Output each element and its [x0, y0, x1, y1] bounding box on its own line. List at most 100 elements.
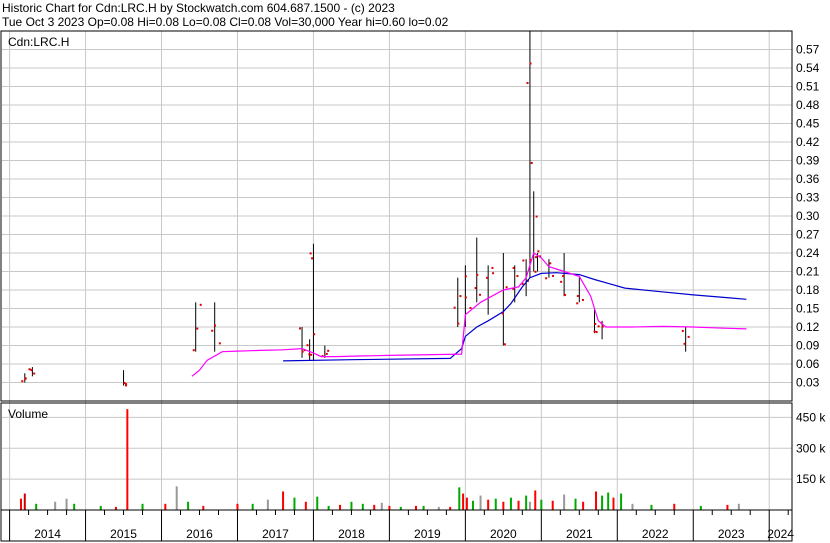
volume-bar — [502, 501, 505, 510]
price-close-tick — [512, 266, 515, 269]
price-high-low-bars — [24, 31, 687, 386]
price-close-tick — [601, 325, 604, 328]
volume-bars — [19, 409, 740, 510]
price-close-tick — [464, 275, 467, 278]
volume-bar — [699, 505, 702, 510]
price-close-tick — [681, 329, 684, 332]
volume-bar — [293, 497, 296, 510]
price-tick-label: 0.09 — [796, 339, 820, 353]
volume-bar — [350, 501, 353, 510]
price-close-tick — [597, 325, 600, 328]
volume-bar — [35, 503, 38, 510]
volume-bar — [528, 501, 531, 510]
price-close-tick — [211, 329, 214, 332]
volume-bar — [304, 501, 307, 510]
price-close-tick — [459, 295, 462, 298]
volume-bar — [582, 501, 585, 510]
volume-grid — [2, 416, 792, 480]
price-grid — [2, 49, 792, 383]
volume-bar — [251, 503, 254, 510]
volume-tick-label: 450 k — [796, 410, 826, 424]
volume-bar — [479, 495, 482, 510]
price-close-tick — [464, 296, 467, 299]
volume-bar — [595, 491, 598, 510]
price-close-tick — [33, 372, 36, 375]
year-label: 2024 — [767, 527, 794, 541]
price-tick-label: 0.51 — [796, 80, 820, 94]
year-label: 2017 — [262, 527, 289, 541]
price-tick-label: 0.15 — [796, 302, 820, 316]
year-label: 2022 — [642, 527, 669, 541]
price-close-tick — [522, 259, 525, 262]
price-close-tick — [534, 270, 537, 273]
price-close-tick — [192, 349, 195, 352]
price-close-tick — [299, 327, 302, 330]
price-close-tick — [562, 275, 565, 278]
volume-bar — [187, 501, 190, 510]
price-close-tick — [325, 352, 328, 355]
year-label: 2023 — [718, 527, 745, 541]
price-tick-label: 0.03 — [796, 376, 820, 390]
year-label: 2016 — [186, 527, 213, 541]
price-close-tick — [505, 286, 508, 289]
price-close-tick — [530, 161, 533, 164]
price-close-tick — [199, 303, 202, 306]
price-close-tick — [491, 266, 494, 269]
volume-bar — [563, 494, 566, 510]
volume-bar — [462, 493, 465, 510]
volume-bar — [650, 504, 653, 510]
price-tick-label: 0.57 — [796, 43, 820, 57]
price-tick-dots — [21, 62, 690, 387]
price-tick-label: 0.27 — [796, 228, 820, 242]
price-close-tick — [564, 293, 567, 296]
year-label: 2018 — [338, 527, 365, 541]
volume-bar — [494, 498, 497, 510]
stock-chart: 0.03 0.06 0.09 0.12 0.15 0.18 0.21 0.24 0.27 0.30… — [0, 30, 826, 542]
volume-bar — [266, 499, 269, 510]
year-label: 2020 — [490, 527, 517, 541]
volume-bar — [465, 497, 468, 510]
price-close-tick — [28, 368, 31, 371]
price-close-tick — [576, 302, 579, 305]
price-close-tick — [309, 252, 312, 255]
volume-bar — [471, 500, 474, 510]
price-close-tick — [24, 377, 27, 380]
price-close-tick — [476, 273, 479, 276]
year-label: 2019 — [414, 527, 441, 541]
price-close-tick — [306, 344, 309, 347]
volume-bar — [388, 505, 391, 510]
volume-label: Volume — [8, 407, 48, 421]
price-close-tick — [478, 293, 481, 296]
price-close-tick — [213, 324, 216, 327]
price-tick-label: 0.54 — [796, 61, 820, 75]
year-label: 2021 — [566, 527, 593, 541]
volume-bar — [327, 505, 330, 510]
volume-bar — [65, 498, 68, 510]
volume-bar — [73, 503, 76, 510]
volume-bar — [509, 497, 512, 510]
volume-bar — [737, 503, 740, 510]
price-close-tick — [218, 342, 221, 345]
volume-panel-frame — [0, 402, 793, 511]
price-tick-label: 0.39 — [796, 154, 820, 168]
price-close-tick — [526, 82, 529, 85]
price-close-tick — [311, 257, 314, 260]
price-close-tick — [529, 62, 532, 65]
volume-bar — [361, 503, 364, 510]
price-close-tick — [687, 335, 690, 338]
price-tick-label: 0.12 — [796, 320, 820, 334]
volume-bar — [612, 497, 615, 510]
price-close-tick — [595, 331, 598, 334]
price-close-tick — [537, 250, 540, 253]
price-close-tick — [545, 277, 548, 280]
volume-bar — [534, 490, 537, 510]
price-close-tick — [552, 274, 555, 277]
volume-bar — [316, 496, 319, 510]
volume-bar — [23, 493, 26, 510]
price-close-tick — [30, 369, 33, 372]
volume-bar — [607, 492, 610, 510]
price-tick-label: 0.21 — [796, 265, 820, 279]
price-tick-label: 0.06 — [796, 357, 820, 371]
volume-bar — [380, 502, 383, 510]
year-label: 2014 — [34, 527, 61, 541]
